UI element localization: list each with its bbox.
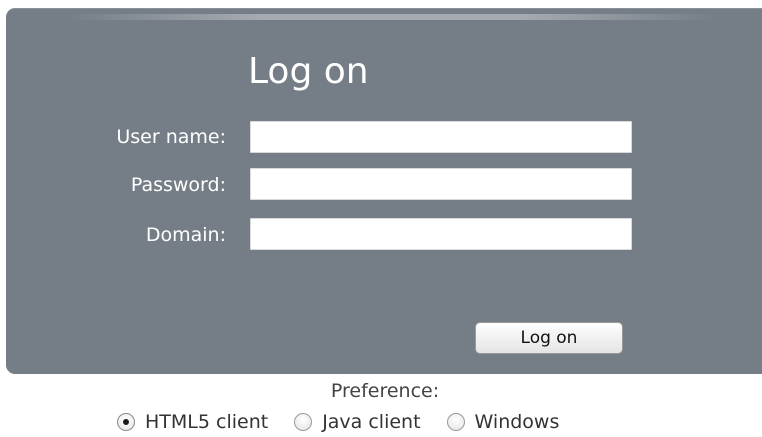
radio-button[interactable]	[446, 413, 465, 431]
radio-button-selected[interactable]	[117, 413, 135, 431]
radio-label-windows[interactable]: Windows	[475, 409, 560, 435]
password-label: Password:	[130, 174, 226, 196]
username-label: User name:	[116, 126, 226, 148]
radio-button[interactable]	[294, 413, 313, 431]
domain-input[interactable]	[250, 218, 632, 250]
radio-label-html5-client[interactable]: HTML5 client	[145, 409, 268, 435]
log-on-button[interactable]: Log on	[475, 322, 623, 354]
password-input[interactable]	[250, 168, 632, 200]
radio-option-windows[interactable]: Windows	[446, 409, 560, 435]
radio-option-html5-client[interactable]: HTML5 client	[117, 409, 268, 435]
panel-highlight	[66, 14, 716, 20]
username-input[interactable]	[250, 121, 632, 153]
client-preference-radio-group: HTML5 client Java client Windows	[117, 407, 585, 437]
preference-label: Preference:	[330, 380, 440, 402]
radio-option-java-client[interactable]: Java client	[294, 409, 421, 435]
radio-label-java-client[interactable]: Java client	[322, 409, 420, 435]
page-title: Log on	[248, 51, 369, 92]
domain-label: Domain:	[145, 224, 226, 246]
